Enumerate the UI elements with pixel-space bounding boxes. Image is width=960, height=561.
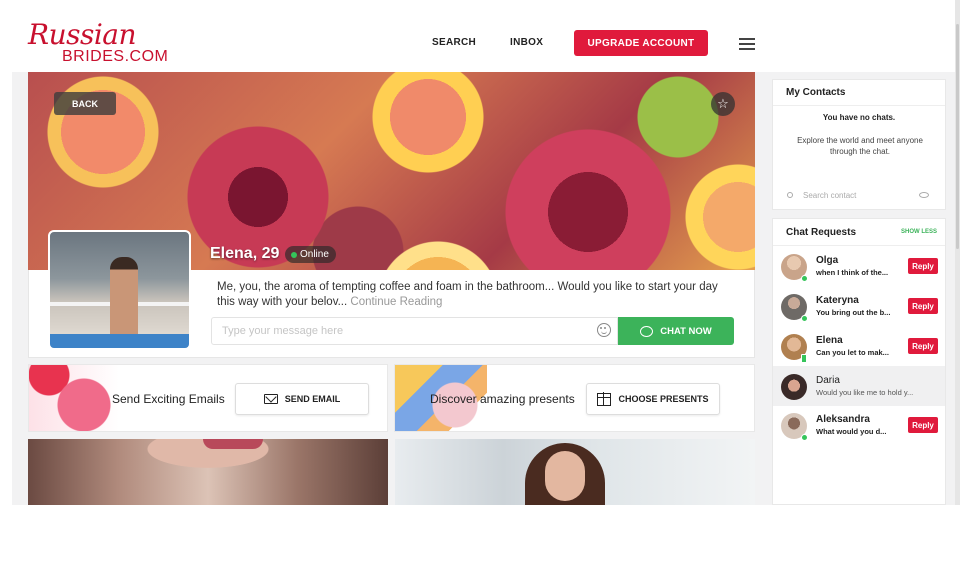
profile-gallery-photo[interactable]	[395, 439, 755, 505]
online-status-text: Online	[300, 249, 329, 260]
site-logo[interactable]: Russian BRIDES.COM	[28, 20, 178, 66]
search-contact-input[interactable]: Search contact	[779, 187, 939, 205]
email-decoration	[29, 365, 119, 431]
chat-request-item[interactable]: Elena Can you let to mak... Reply	[773, 326, 945, 366]
choose-presents-label: CHOOSE PRESENTS	[618, 394, 709, 404]
upgrade-account-button[interactable]: UPGRADE ACCOUNT	[574, 30, 708, 56]
profile-name: Elena, 29	[210, 245, 280, 262]
my-contacts-title: My Contacts	[786, 87, 846, 98]
logo-brides-text: BRIDES.COM	[62, 48, 169, 65]
presents-card: Discover amazing presents CHOOSE PRESENT…	[394, 364, 755, 432]
online-dot-icon	[801, 434, 808, 441]
eye-icon[interactable]	[919, 192, 929, 198]
nav-inbox-link[interactable]: INBOX	[510, 37, 543, 48]
scrollbar-thumb[interactable]	[956, 24, 959, 249]
avatar	[781, 374, 807, 400]
logo-script-text: Russian	[28, 18, 137, 51]
bio-text: Me, you, the aroma of tempting coffee an…	[217, 281, 718, 308]
request-name: Elena	[816, 335, 843, 346]
choose-presents-button[interactable]: CHOOSE PRESENTS	[586, 383, 720, 415]
reply-button[interactable]: Reply	[908, 298, 938, 314]
back-button[interactable]: BACK	[54, 92, 116, 115]
emoji-icon[interactable]	[597, 323, 611, 337]
continue-reading-link[interactable]: Continue Reading	[350, 296, 442, 308]
explore-text: Explore the world and meet anyone throug…	[797, 136, 923, 156]
reply-button[interactable]: Reply	[908, 258, 938, 274]
presents-text: Discover amazing presents	[430, 392, 575, 406]
chat-now-label: CHAT NOW	[660, 325, 712, 337]
send-email-button[interactable]: SEND EMAIL	[235, 383, 369, 415]
nav-search-link[interactable]: SEARCH	[432, 37, 476, 48]
chat-request-item[interactable]: Kateryna You bring out the b... Reply	[773, 286, 945, 326]
request-name: Aleksandra	[816, 414, 870, 425]
no-chats-text: You have no chats.	[822, 113, 896, 122]
gift-icon	[596, 392, 612, 406]
request-message: when I think of the...	[816, 268, 889, 277]
my-contacts-panel: My Contacts You have no chats. Explore t…	[772, 79, 946, 210]
send-email-label: SEND EMAIL	[284, 394, 341, 404]
chat-request-item[interactable]: Olga when I think of the... Reply	[773, 246, 945, 286]
chat-now-button[interactable]: CHAT NOW	[618, 317, 734, 345]
request-message: You bring out the b...	[816, 308, 891, 317]
request-name: Kateryna	[816, 295, 859, 306]
request-name: Olga	[816, 255, 839, 266]
hamburger-menu-icon[interactable]	[739, 38, 755, 50]
top-header: Russian BRIDES.COM SEARCH INBOX UPGRADE …	[0, 0, 955, 72]
send-email-card: Send Exciting Emails SEND EMAIL	[28, 364, 388, 432]
chat-requests-title: Chat Requests	[786, 227, 857, 238]
chat-request-item[interactable]: Aleksandra What would you d... Reply	[773, 405, 945, 445]
online-dot-icon	[291, 252, 297, 258]
mobile-online-icon	[801, 354, 807, 363]
profile-bio: Me, you, the aroma of tempting coffee an…	[217, 280, 737, 310]
message-input[interactable]	[211, 317, 618, 345]
profile-photo[interactable]	[48, 230, 191, 350]
star-icon[interactable]: ☆	[711, 92, 735, 116]
request-message: What would you d...	[816, 427, 887, 436]
chat-requests-panel: Chat Requests SHOW LESS Olga when I thin…	[772, 218, 946, 505]
reply-button[interactable]: Reply	[908, 338, 938, 354]
request-message: Can you let to mak...	[816, 348, 889, 357]
show-less-link[interactable]: SHOW LESS	[901, 229, 937, 235]
online-dot-icon	[801, 315, 808, 322]
send-email-text: Send Exciting Emails	[112, 392, 225, 406]
request-message: Would you like me to hold y...	[816, 388, 914, 397]
reply-button[interactable]: Reply	[908, 417, 938, 433]
online-dot-icon	[801, 275, 808, 282]
chat-bubble-icon	[640, 325, 654, 337]
chat-request-item[interactable]: Daria Would you like me to hold y...	[773, 366, 945, 406]
profile-gallery-photo[interactable]	[28, 439, 388, 505]
envelope-icon	[263, 394, 278, 404]
request-name: Daria	[816, 375, 840, 386]
online-status-badge: Online	[285, 246, 336, 263]
